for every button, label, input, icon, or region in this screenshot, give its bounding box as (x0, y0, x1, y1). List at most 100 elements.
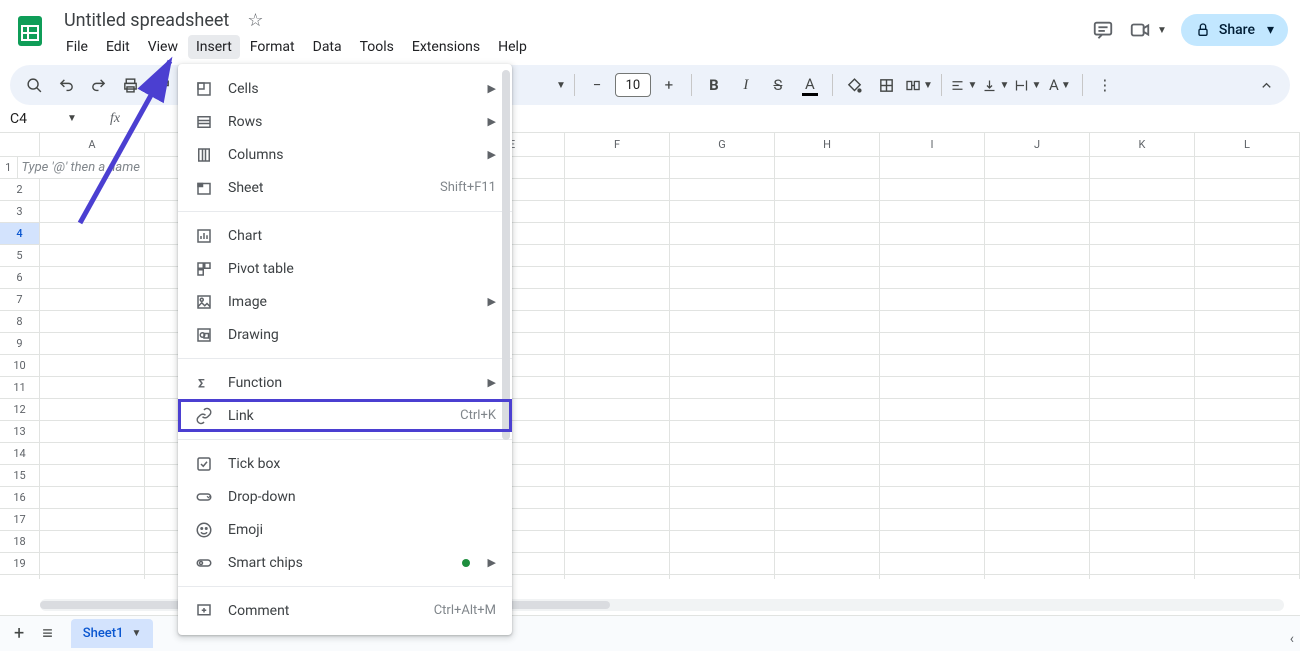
column-header[interactable]: J (985, 133, 1090, 156)
italic-icon[interactable]: I (732, 71, 760, 99)
document-title[interactable]: Untitled spreadsheet (58, 8, 235, 33)
cell[interactable] (1090, 553, 1195, 575)
cell[interactable] (40, 201, 145, 223)
cell[interactable] (1195, 289, 1300, 311)
row-header[interactable]: 17 (0, 509, 40, 531)
cell[interactable] (775, 245, 880, 267)
cell[interactable] (775, 355, 880, 377)
cell[interactable] (565, 201, 670, 223)
cell[interactable] (40, 245, 145, 267)
cell[interactable] (670, 531, 775, 553)
cell[interactable] (985, 179, 1090, 201)
cell[interactable] (880, 553, 985, 575)
column-header[interactable]: L (1195, 133, 1300, 156)
menu-item-emoji[interactable]: Emoji (178, 513, 512, 546)
row-header[interactable]: 2 (0, 179, 40, 201)
cell[interactable] (670, 575, 775, 579)
cell[interactable] (670, 157, 775, 179)
sheet-tab[interactable]: Sheet1 ▼ (71, 619, 154, 648)
cell[interactable] (1090, 267, 1195, 289)
cell[interactable] (565, 399, 670, 421)
column-header[interactable]: H (775, 133, 880, 156)
cell[interactable] (565, 509, 670, 531)
search-menus-icon[interactable] (20, 71, 48, 99)
cell[interactable] (40, 443, 145, 465)
cell[interactable] (40, 487, 145, 509)
cell[interactable] (1195, 311, 1300, 333)
column-header[interactable]: F (565, 133, 670, 156)
cell[interactable] (985, 531, 1090, 553)
cell[interactable] (985, 311, 1090, 333)
caret-down-icon[interactable]: ▼ (556, 80, 566, 91)
cell[interactable] (670, 267, 775, 289)
cell[interactable] (985, 333, 1090, 355)
cell[interactable] (40, 223, 145, 245)
cell[interactable] (670, 333, 775, 355)
cell[interactable]: Type '@' then a name (18, 157, 145, 179)
cell[interactable] (40, 267, 145, 289)
menu-item-image[interactable]: Image▶ (178, 285, 512, 318)
paint-format-icon[interactable] (148, 71, 176, 99)
cell[interactable] (1090, 311, 1195, 333)
cell[interactable] (775, 487, 880, 509)
row-header[interactable]: 15 (0, 465, 40, 487)
cell[interactable] (1090, 201, 1195, 223)
horizontal-align-icon[interactable]: ▼ (950, 71, 978, 99)
cell[interactable] (40, 421, 145, 443)
vertical-align-icon[interactable]: ▼ (982, 71, 1010, 99)
cell[interactable] (670, 223, 775, 245)
menu-item-drop-down[interactable]: Drop-down (178, 480, 512, 513)
row-header[interactable]: 8 (0, 311, 40, 333)
cell[interactable] (775, 157, 880, 179)
menu-item-cells[interactable]: Cells▶ (178, 72, 512, 105)
cell[interactable] (670, 355, 775, 377)
cell[interactable] (1090, 575, 1195, 579)
cell[interactable] (880, 289, 985, 311)
cell[interactable] (1090, 245, 1195, 267)
row-header[interactable]: 11 (0, 377, 40, 399)
cell[interactable] (880, 179, 985, 201)
cell[interactable] (1195, 355, 1300, 377)
cell[interactable] (670, 465, 775, 487)
cell[interactable] (1195, 575, 1300, 579)
text-color-icon[interactable]: A (796, 71, 824, 99)
row-header[interactable]: 18 (0, 531, 40, 553)
cell[interactable] (670, 443, 775, 465)
menu-help[interactable]: Help (490, 35, 535, 59)
cell[interactable] (1090, 355, 1195, 377)
cell[interactable] (775, 377, 880, 399)
cell[interactable] (565, 245, 670, 267)
explore-chevron[interactable]: ‹ (1290, 631, 1294, 647)
redo-icon[interactable] (84, 71, 112, 99)
cell[interactable] (40, 311, 145, 333)
cell[interactable] (565, 355, 670, 377)
row-header[interactable]: 5 (0, 245, 40, 267)
column-header[interactable]: G (670, 133, 775, 156)
cell[interactable] (1090, 377, 1195, 399)
cell[interactable] (880, 333, 985, 355)
row-header[interactable]: 12 (0, 399, 40, 421)
cell[interactable] (1090, 179, 1195, 201)
cell[interactable] (670, 311, 775, 333)
cell[interactable] (880, 487, 985, 509)
cell[interactable] (880, 267, 985, 289)
cell[interactable] (565, 443, 670, 465)
cell[interactable] (775, 421, 880, 443)
menu-insert[interactable]: Insert (188, 35, 240, 59)
text-rotation-icon[interactable]: A▼ (1046, 71, 1074, 99)
cell[interactable] (775, 223, 880, 245)
cell[interactable] (1195, 179, 1300, 201)
cell[interactable] (565, 553, 670, 575)
cell[interactable] (775, 509, 880, 531)
cell[interactable] (670, 179, 775, 201)
cell[interactable] (985, 443, 1090, 465)
menu-item-tick-box[interactable]: Tick box (178, 447, 512, 480)
fill-color-icon[interactable] (841, 71, 869, 99)
cell[interactable] (1195, 487, 1300, 509)
cell[interactable] (40, 377, 145, 399)
cell[interactable] (985, 509, 1090, 531)
cell[interactable] (565, 289, 670, 311)
cell[interactable] (670, 289, 775, 311)
cell[interactable] (1090, 443, 1195, 465)
cell[interactable] (985, 575, 1090, 579)
